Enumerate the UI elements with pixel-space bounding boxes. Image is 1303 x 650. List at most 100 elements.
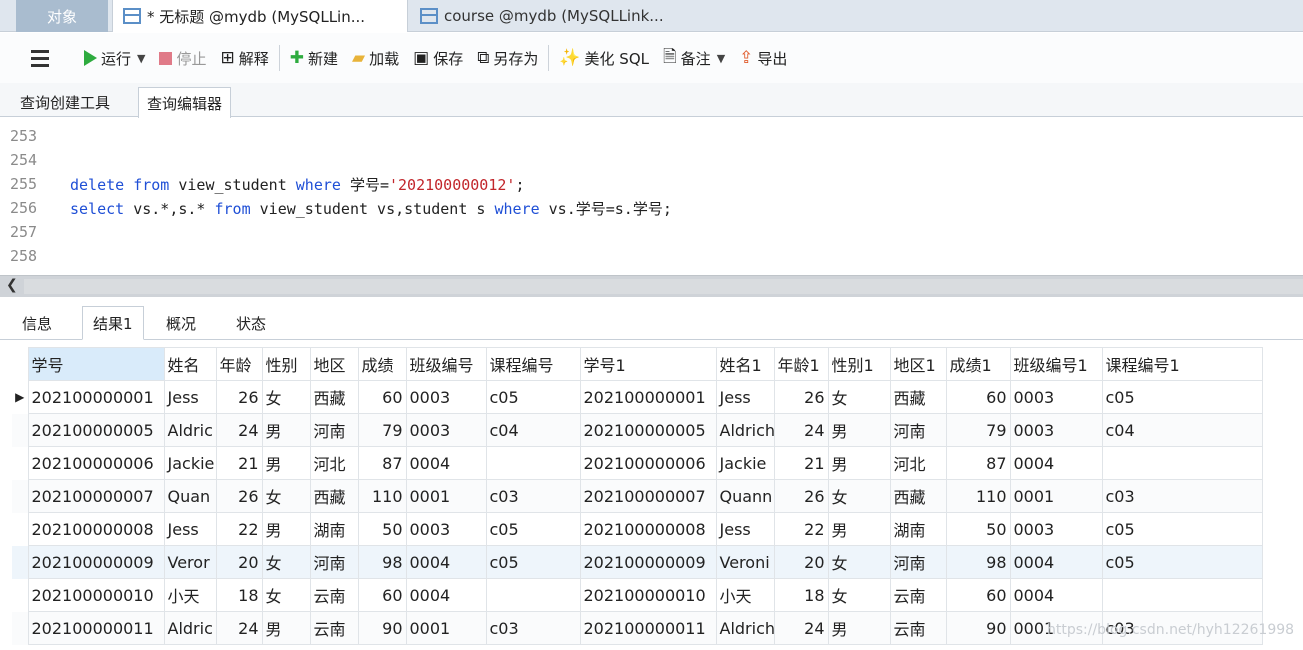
column-header[interactable]: 班级编号1 [1009,347,1103,381]
table-cell[interactable]: 女 [261,578,311,612]
table-cell[interactable]: 小天 [715,578,775,612]
column-header[interactable]: 学号 [27,347,165,381]
column-header[interactable]: 性别 [261,347,311,381]
table-cell[interactable]: 98 [945,545,1011,579]
table-cell[interactable]: 26 [215,380,263,414]
table-cell[interactable]: 87 [357,446,407,480]
table-cell[interactable]: 90 [945,611,1011,645]
table-row[interactable]: 202100000009 Veror 20 女河南 98 0004 c05 202100000… [12,545,1263,579]
table-cell[interactable]: 女 [261,380,311,414]
table-cell[interactable]: 0004 [1009,446,1103,480]
table-cell[interactable]: 女 [261,545,311,579]
column-header[interactable]: 课程编号1 [1101,347,1263,381]
table-row[interactable]: ▶ 202100000001 Jess 26 女西藏 60 0003 c05 202100000… [12,380,1263,414]
tab-query-builder[interactable]: 查询创建工具 [12,87,118,117]
table-cell[interactable]: 50 [945,512,1011,546]
table-cell[interactable]: Aldric [163,611,217,645]
table-cell[interactable]: 24 [773,413,829,447]
table-cell[interactable]: c03 [1101,479,1263,513]
table-cell[interactable]: 0001 [405,611,487,645]
table-cell[interactable]: 202100000010 [579,578,717,612]
table-cell[interactable]: 男 [827,413,891,447]
beautify-sql-button[interactable]: ✨ 美化 SQL [559,33,649,83]
table-cell[interactable]: 22 [215,512,263,546]
table-cell[interactable]: 0003 [1009,413,1103,447]
table-cell[interactable]: 小天 [163,578,217,612]
table-cell[interactable]: 0004 [405,446,487,480]
comment-dropdown-icon[interactable]: ▼ [717,52,725,65]
table-cell[interactable]: 98 [357,545,407,579]
table-cell[interactable]: 20 [773,545,829,579]
table-row[interactable]: 202100000007 Quan 26 女西藏 110 0001 c03 202100000… [12,479,1263,513]
table-cell[interactable]: 男 [827,446,891,480]
run-button[interactable]: 运行 ▼ [84,33,145,83]
table-cell[interactable]: 河北 [889,446,947,480]
table-cell[interactable]: c03 [485,611,581,645]
table-cell[interactable]: 18 [773,578,829,612]
result-grid[interactable]: 学号 姓名 年龄 性别 地区 成绩 班级编号 课程编号 学号1 姓名1 年龄1 性别1 地区1 成绩1 班级… [12,347,1263,645]
tab-untitled-query[interactable]: * 无标题 @mydb (MySQLLin... [112,0,408,32]
tab-profile[interactable]: 概况 [156,306,206,340]
table-cell[interactable]: Jess [163,512,217,546]
column-header[interactable]: 年龄1 [773,347,829,381]
table-row[interactable]: 202100000006 Jackie 21 男河北 87 0004 20210000000… [12,446,1263,480]
table-cell[interactable]: 24 [215,611,263,645]
table-cell[interactable]: 20 [215,545,263,579]
table-cell[interactable]: 21 [773,446,829,480]
table-cell[interactable]: 0003 [405,512,487,546]
table-cell[interactable] [485,578,581,612]
table-cell[interactable]: Aldrich [715,611,775,645]
column-header[interactable]: 成绩1 [945,347,1011,381]
table-cell[interactable] [485,446,581,480]
table-cell[interactable]: 60 [357,578,407,612]
table-cell[interactable]: 202100000009 [27,545,165,579]
table-cell[interactable]: 60 [357,380,407,414]
column-header[interactable]: 姓名1 [715,347,775,381]
explain-button[interactable]: ⊞ 解释 [221,33,269,83]
menu-button[interactable] [26,33,54,83]
stop-button[interactable]: 停止 [159,33,207,83]
table-cell[interactable]: Veroni [715,545,775,579]
table-cell[interactable]: 202100000011 [579,611,717,645]
table-cell[interactable]: 湖南 [889,512,947,546]
table-cell[interactable]: 202100000005 [579,413,717,447]
column-header[interactable]: 姓名 [163,347,217,381]
column-header[interactable]: 地区 [309,347,359,381]
table-cell[interactable]: Jess [163,380,217,414]
table-cell[interactable]: 0003 [1009,512,1103,546]
new-button[interactable]: ✚ 新建 [290,33,338,83]
table-cell[interactable]: 26 [773,479,829,513]
export-button[interactable]: ⇪ 导出 [739,33,787,83]
table-cell[interactable]: 河南 [889,545,947,579]
table-cell[interactable]: 202100000009 [579,545,717,579]
table-cell[interactable]: 云南 [889,611,947,645]
editor-horizontal-scrollbar[interactable]: ❮ [0,275,1303,297]
table-cell[interactable]: 202100000001 [579,380,717,414]
table-cell[interactable]: 女 [827,380,891,414]
table-cell[interactable]: 西藏 [889,479,947,513]
table-cell[interactable] [1101,446,1263,480]
table-cell[interactable]: 西藏 [309,380,359,414]
table-cell[interactable]: 87 [945,446,1011,480]
table-cell[interactable]: 男 [261,512,311,546]
column-header[interactable]: 年龄 [215,347,263,381]
table-cell[interactable]: 202100000007 [579,479,717,513]
table-row[interactable]: 202100000005 Aldric 24 男河南 79 0003 c04 20210000… [12,413,1263,447]
table-cell[interactable]: c04 [1101,413,1263,447]
table-cell[interactable]: 男 [827,611,891,645]
table-cell[interactable]: 云南 [309,611,359,645]
table-cell[interactable]: 202100000001 [27,380,165,414]
table-cell[interactable]: 男 [261,446,311,480]
table-cell[interactable]: 0003 [1009,380,1103,414]
column-header[interactable]: 性别1 [827,347,891,381]
table-cell[interactable]: Veror [163,545,217,579]
table-cell[interactable]: 云南 [889,578,947,612]
table-cell[interactable]: 0004 [1009,545,1103,579]
table-cell[interactable]: Jackie [163,446,217,480]
table-cell[interactable]: 26 [215,479,263,513]
column-header[interactable]: 学号1 [579,347,717,381]
table-cell[interactable]: c05 [1101,512,1263,546]
table-cell[interactable]: 0004 [1009,578,1103,612]
table-cell[interactable]: 202100000007 [27,479,165,513]
table-cell[interactable]: 西藏 [309,479,359,513]
